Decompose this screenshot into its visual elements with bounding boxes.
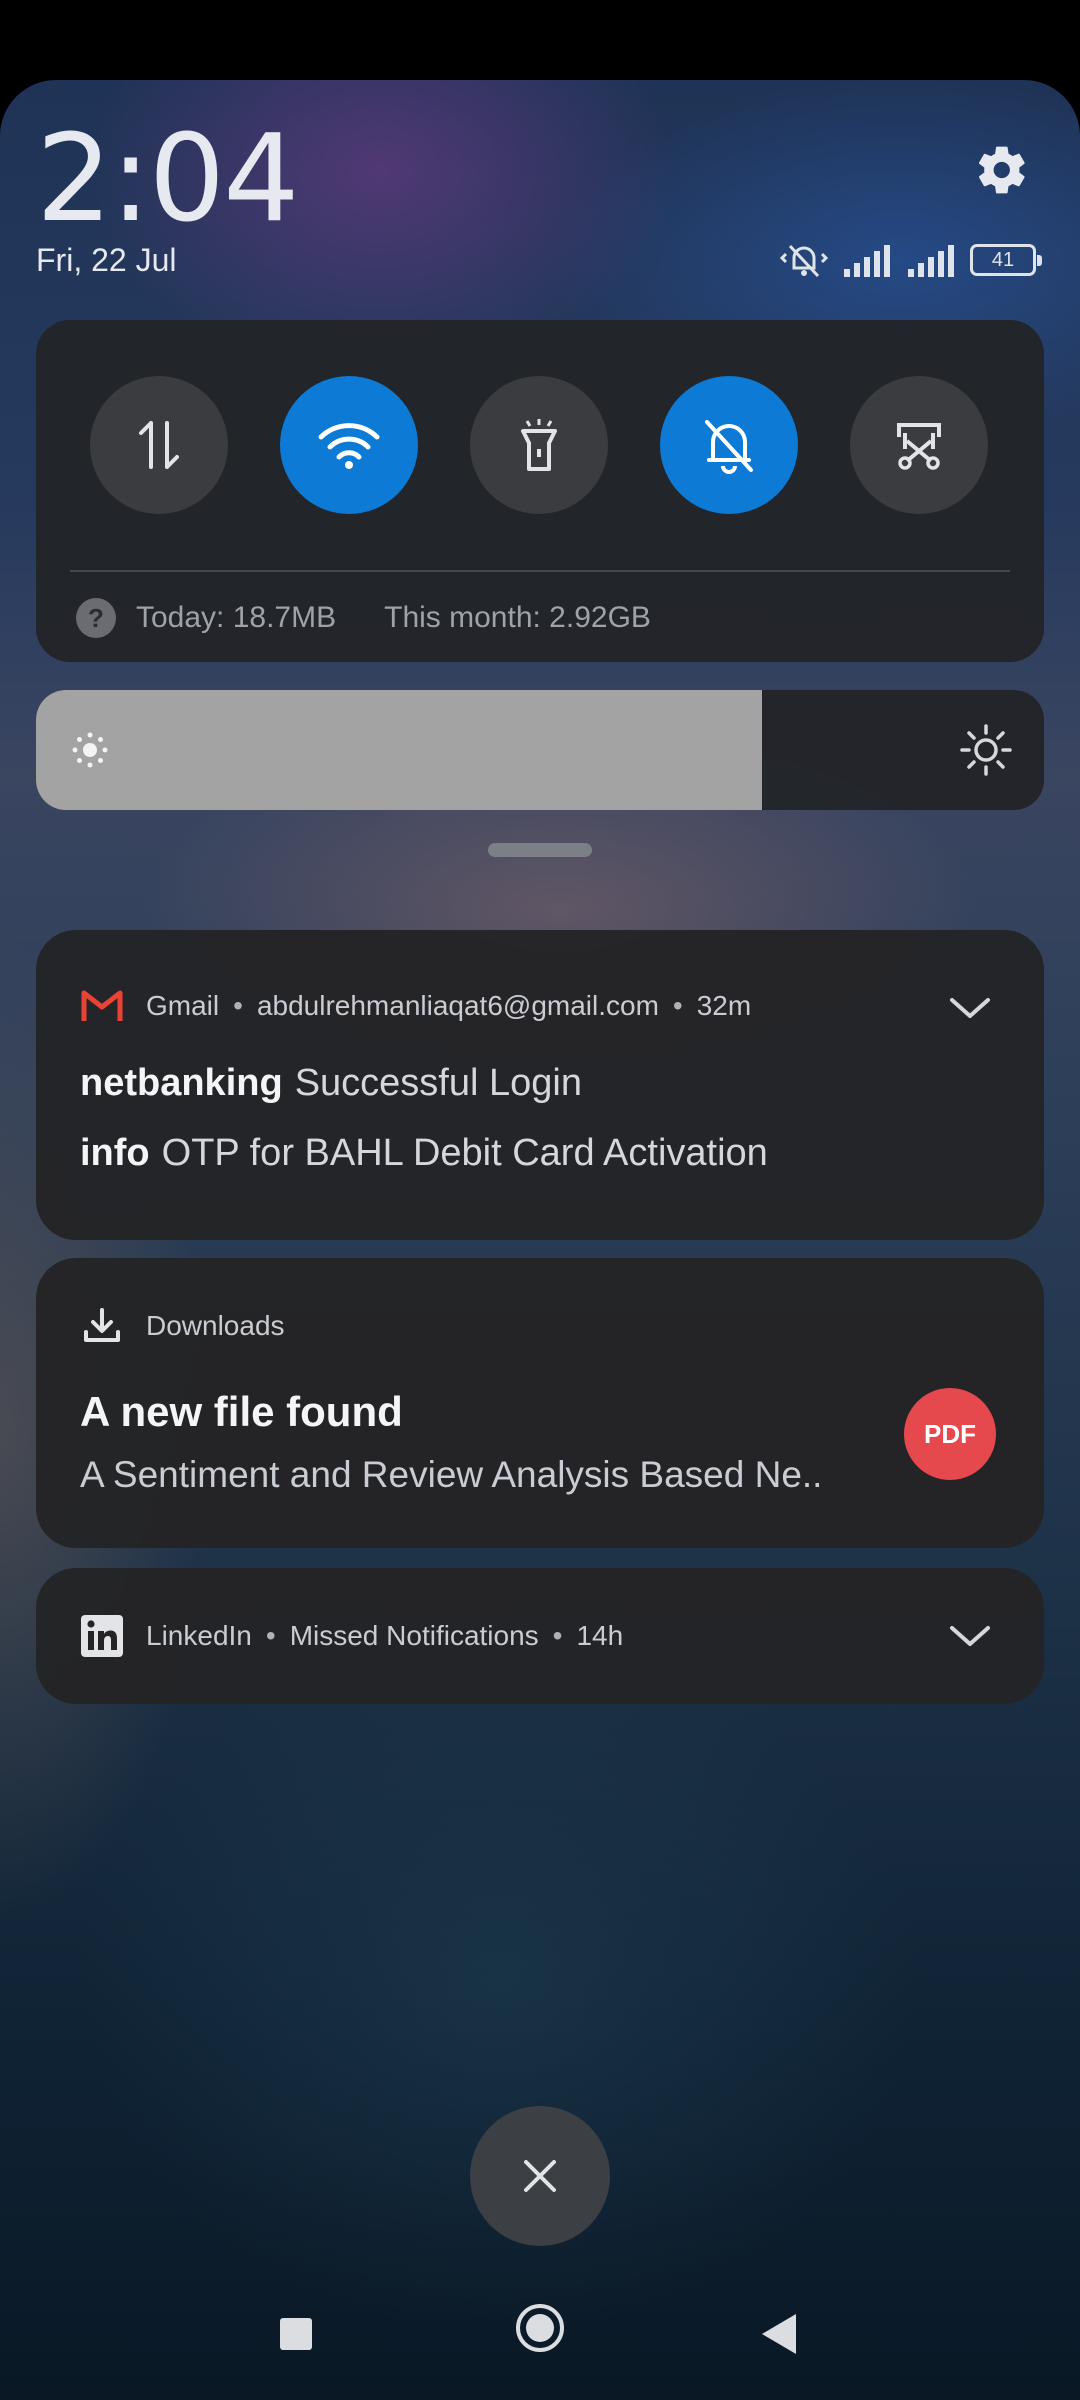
wifi-toggle[interactable] — [280, 376, 418, 514]
back-button[interactable] — [762, 2314, 796, 2354]
notification-title: A new file found — [80, 1388, 403, 1435]
pdf-icon: PDF — [904, 1388, 996, 1480]
help-icon: ? — [76, 598, 116, 638]
email-subject: Successful Login — [294, 1062, 582, 1104]
notification-time: 32m — [696, 990, 752, 1021]
mobile-data-toggle[interactable] — [90, 376, 228, 514]
expand-button[interactable] — [946, 1612, 994, 1660]
app-name: LinkedIn — [146, 1620, 252, 1651]
navigation-bar — [0, 2280, 1080, 2400]
clear-all-button[interactable] — [470, 2106, 610, 2246]
notification-summary: Missed Notifications — [289, 1620, 539, 1651]
drag-handle[interactable] — [488, 843, 592, 857]
account-email: abdulrehmanliaqat6@gmail.com — [256, 990, 659, 1021]
brightness-slider[interactable] — [36, 690, 1044, 810]
flashlight-icon — [521, 419, 557, 471]
email-sender: info — [80, 1132, 150, 1174]
flashlight-toggle[interactable] — [470, 376, 608, 514]
linkedin-icon — [80, 1614, 124, 1658]
email-item[interactable]: info OTP for BAHL Debit Card Activation — [80, 1132, 768, 1175]
battery-level: 41 — [991, 248, 1015, 271]
usage-month: This month: 2.92GB — [384, 601, 651, 634]
expand-button[interactable] — [946, 984, 994, 1032]
recents-button[interactable] — [280, 2318, 312, 2350]
notification-header: Gmail • abdulrehmanliaqat6@gmail.com • 3… — [80, 984, 751, 1028]
download-icon — [80, 1304, 124, 1348]
close-icon — [524, 2160, 556, 2192]
brightness-low-icon — [72, 732, 108, 768]
battery-icon: 41 — [970, 244, 1042, 276]
brightness-high-icon — [960, 724, 1012, 776]
status-icons: 41 — [780, 240, 1042, 280]
home-button[interactable] — [516, 2304, 564, 2352]
notification-time: 14h — [576, 1620, 624, 1651]
divider — [70, 570, 1010, 572]
gmail-notification[interactable]: Gmail • abdulrehmanliaqat6@gmail.com • 3… — [36, 930, 1044, 1240]
linkedin-notification[interactable]: LinkedIn • Missed Notifications • 14h — [36, 1568, 1044, 1704]
email-sender: netbanking — [80, 1062, 283, 1104]
signal-2-icon — [908, 245, 954, 277]
notification-header: Downloads — [80, 1304, 285, 1348]
clock: 2:04 — [36, 110, 299, 249]
signal-1-icon — [844, 245, 890, 277]
date: Fri, 22 Jul — [36, 242, 177, 278]
quick-settings-tiles — [90, 376, 988, 514]
usage-today: Today: 18.7MB — [136, 601, 337, 634]
wifi-icon — [318, 423, 380, 469]
email-subject: OTP for BAHL Debit Card Activation — [161, 1132, 768, 1174]
notification-shade: 2:04 Fri, 22 Jul 41 ? Today: 18.7MB This… — [0, 80, 1080, 2400]
app-name: Gmail — [146, 990, 220, 1021]
notification-text: A Sentiment and Review Analysis Based Ne… — [80, 1454, 823, 1495]
screenshot-toggle[interactable] — [850, 376, 988, 514]
gear-icon[interactable] — [974, 142, 1030, 198]
data-transfer-icon — [139, 421, 179, 469]
gmail-icon — [80, 984, 124, 1028]
notification-header: LinkedIn • Missed Notifications • 14h — [80, 1614, 623, 1658]
scissors-screenshot-icon — [897, 423, 941, 470]
quick-settings-panel: ? Today: 18.7MB This month: 2.92GB — [36, 320, 1044, 662]
data-usage[interactable]: ? Today: 18.7MB This month: 2.92GB — [76, 598, 651, 638]
downloads-notification[interactable]: Downloads A new file found A Sentiment a… — [36, 1258, 1044, 1548]
app-name: Downloads — [146, 1310, 285, 1341]
chevron-down-icon — [950, 998, 990, 1018]
email-item[interactable]: netbanking Successful Login — [80, 1062, 582, 1105]
bell-off-icon — [705, 420, 753, 474]
brightness-fill — [36, 690, 762, 810]
silent-toggle[interactable] — [660, 376, 798, 514]
mute-vibrate-icon — [780, 244, 828, 278]
chevron-down-icon — [950, 1626, 990, 1646]
